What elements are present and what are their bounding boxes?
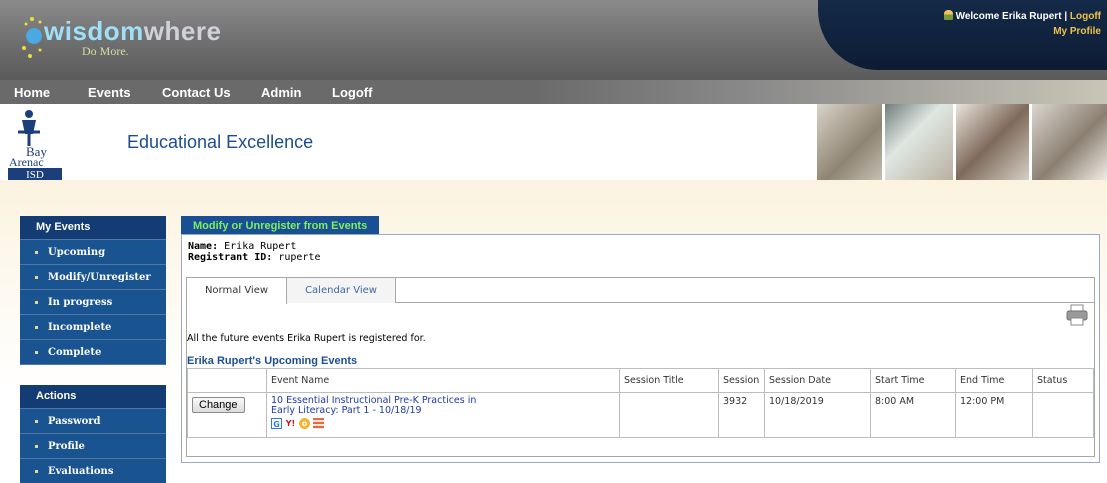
sidebar-item-profile[interactable]: Profile bbox=[20, 434, 166, 459]
col-header-action bbox=[187, 368, 267, 393]
sidebar-item-incomplete[interactable]: Incomplete bbox=[20, 315, 166, 340]
col-header-session-date: Session Date bbox=[764, 368, 871, 393]
nav-logoff[interactable]: Logoff bbox=[332, 85, 372, 100]
sidebar-item-complete[interactable]: Complete bbox=[20, 340, 166, 365]
banner-photo-strip bbox=[817, 104, 1107, 180]
view-tabs: Normal View Calendar View bbox=[187, 278, 1094, 304]
printer-icon[interactable] bbox=[1066, 304, 1088, 326]
logo-word-wisdom: wisdom bbox=[44, 16, 144, 46]
change-button[interactable]: Change bbox=[192, 397, 245, 413]
photo-teacher-board bbox=[817, 104, 883, 180]
tab-normal-view[interactable]: Normal View bbox=[187, 278, 287, 304]
cell-status bbox=[1032, 392, 1094, 438]
banner-title: Educational Excellence bbox=[127, 132, 314, 152]
separator: | bbox=[1064, 11, 1068, 22]
sidebar-heading-my-events: My Events bbox=[20, 216, 166, 240]
tab-calendar-view[interactable]: Calendar View bbox=[287, 278, 396, 303]
ical-icon[interactable] bbox=[313, 418, 324, 429]
outlook-calendar-icon[interactable]: o bbox=[299, 418, 310, 429]
isd-figure-icon: ISD Bay Arenac bbox=[8, 110, 62, 181]
nav-home[interactable]: Home bbox=[14, 85, 50, 100]
nav-contact-us[interactable]: Contact Us bbox=[162, 85, 231, 100]
sidebar-item-evaluations[interactable]: Evaluations bbox=[20, 459, 166, 483]
cell-action: Change bbox=[187, 392, 267, 438]
col-header-session: Session bbox=[718, 368, 765, 393]
registrant-label: Registrant ID: bbox=[188, 252, 273, 263]
isd-logo-text-3: ISD bbox=[26, 169, 44, 180]
add-to-calendar-icons: G Y! o bbox=[271, 418, 615, 429]
logo-tagline: Do More. bbox=[82, 44, 129, 58]
nav-events[interactable]: Events bbox=[88, 85, 131, 100]
wisdomwhere-logo[interactable]: wisdomwhere Do More. bbox=[18, 12, 268, 62]
col-header-status: Status bbox=[1032, 368, 1094, 393]
nav-admin[interactable]: Admin bbox=[261, 85, 301, 100]
cell-session-title bbox=[619, 392, 719, 438]
my-profile-link[interactable]: My Profile bbox=[1053, 26, 1101, 37]
table-header-row: Event Name Session Title Session Session… bbox=[187, 368, 1094, 393]
cell-session-date: 10/18/2019 bbox=[764, 392, 871, 438]
col-header-session-title: Session Title bbox=[619, 368, 719, 393]
sidebar-item-modify-unregister[interactable]: Modify/Unregister bbox=[20, 265, 166, 290]
sidebar-item-password[interactable]: Password bbox=[20, 409, 166, 434]
name-label: Name: bbox=[188, 241, 219, 252]
panel-title: Modify or Unregister from Events bbox=[181, 216, 380, 234]
site-header: wisdomwhere Do More. Welcome Erika Ruper… bbox=[0, 0, 1107, 80]
nav-fade bbox=[530, 80, 1107, 104]
bay-arenac-isd-logo: ISD Bay Arenac bbox=[8, 108, 66, 181]
name-line: Name: Erika Rupert bbox=[188, 241, 296, 252]
welcome-line: Welcome Erika Rupert | Logoff bbox=[943, 10, 1101, 22]
photo-chalkboard bbox=[885, 104, 953, 180]
google-calendar-icon[interactable]: G bbox=[271, 418, 282, 429]
sidebar-my-events: My Events Upcoming Modify/Unregister In … bbox=[20, 216, 166, 365]
photo-classroom bbox=[1031, 104, 1107, 180]
col-header-event-name: Event Name bbox=[266, 368, 620, 393]
logoff-link[interactable]: Logoff bbox=[1070, 11, 1101, 22]
sidebar-item-in-progress[interactable]: In progress bbox=[20, 290, 166, 315]
registrant-value: ruperte bbox=[278, 252, 321, 263]
events-table: Event Name Session Title Session Session… bbox=[187, 368, 1094, 438]
main-nav: Home Events Contact Us Admin Logoff bbox=[0, 80, 1107, 104]
welcome-text: Welcome Erika Rupert bbox=[955, 11, 1062, 22]
name-value: Erika Rupert bbox=[224, 241, 297, 252]
registrant-line: Registrant ID: ruperte bbox=[188, 252, 320, 263]
table-row: Change 10 Essential Instructional Pre-K … bbox=[187, 392, 1094, 438]
sidebar-actions: Actions Password Profile Evaluations bbox=[20, 385, 166, 483]
sidebar-heading-actions: Actions bbox=[20, 385, 166, 409]
col-header-start-time: Start Time bbox=[870, 368, 956, 393]
event-name-link-line2[interactable]: Early Literacy: Part 1 - 10/18/19 bbox=[271, 406, 615, 416]
sidebar-item-upcoming[interactable]: Upcoming bbox=[20, 240, 166, 265]
photo-students bbox=[955, 104, 1029, 180]
cell-end-time: 12:00 PM bbox=[955, 392, 1033, 438]
isd-logo-text-2: Arenac bbox=[9, 155, 44, 169]
cell-session: 3932 bbox=[718, 392, 765, 438]
events-container: Normal View Calendar View All the future… bbox=[186, 277, 1095, 457]
upcoming-events-heading: Erika Rupert's Upcoming Events bbox=[187, 355, 358, 367]
col-header-end-time: End Time bbox=[955, 368, 1033, 393]
cell-event-name: 10 Essential Instructional Pre-K Practic… bbox=[266, 392, 620, 438]
user-icon bbox=[943, 10, 953, 20]
yahoo-calendar-icon[interactable]: Y! bbox=[285, 418, 296, 429]
intro-text: All the future events Erika Rupert is re… bbox=[187, 333, 426, 344]
cell-start-time: 8:00 AM bbox=[870, 392, 956, 438]
main-panel: Name: Erika Rupert Registrant ID: rupert… bbox=[181, 234, 1100, 463]
logo-wordmark: wisdomwhere bbox=[44, 16, 221, 47]
banner: ISD Bay Arenac Educational Excellence bbox=[0, 104, 1107, 181]
logo-word-where: where bbox=[143, 16, 222, 46]
